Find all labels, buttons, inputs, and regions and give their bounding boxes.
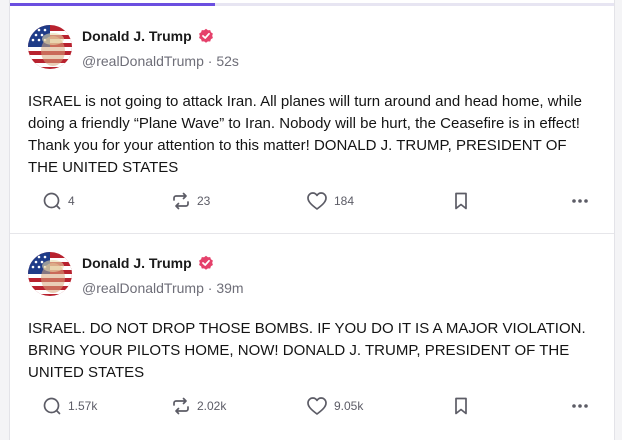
post-actions: 4 23 184	[28, 189, 598, 213]
post[interactable]: Donald J. Trump @realDonaldTrump · 52s I…	[10, 7, 614, 234]
reply-button[interactable]: 1.57k	[42, 394, 97, 418]
retruth-button[interactable]: 23	[171, 189, 210, 213]
more-button[interactable]	[570, 394, 590, 418]
author-name[interactable]: Donald J. Trump	[82, 28, 192, 44]
post-actions: 1.57k 2.02k 9.05k	[28, 394, 598, 418]
progress-bar	[10, 3, 614, 6]
bookmark-button[interactable]	[452, 394, 470, 418]
author-row: Donald J. Trump	[82, 255, 214, 271]
more-icon	[572, 404, 588, 408]
like-count: 9.05k	[334, 399, 364, 413]
post-text: ISRAEL is not going to attack Iran. All …	[28, 93, 582, 176]
post[interactable]: Donald J. Trump @realDonaldTrump · 39m I…	[10, 234, 614, 440]
separator: ·	[207, 280, 213, 296]
retruth-icon	[173, 397, 189, 415]
post-time[interactable]: 39m	[216, 280, 243, 296]
reply-count: 1.57k	[68, 399, 98, 413]
progress-bar-fill	[10, 3, 216, 6]
like-button[interactable]: 9.05k	[306, 394, 363, 418]
bookmark-button[interactable]	[452, 189, 470, 213]
reply-button[interactable]: 4	[42, 189, 75, 213]
verified-badge-icon	[198, 28, 214, 44]
more-icon	[572, 199, 588, 203]
author-handle[interactable]: @realDonaldTrump	[82, 53, 204, 69]
handle-row: @realDonaldTrump · 39m	[82, 280, 244, 296]
author-handle[interactable]: @realDonaldTrump	[82, 280, 204, 296]
retruth-icon	[173, 192, 189, 210]
author-name[interactable]: Donald J. Trump	[82, 255, 192, 271]
like-icon	[307, 192, 327, 210]
feed: Donald J. Trump @realDonaldTrump · 52s I…	[9, 0, 615, 440]
verified-badge-icon	[198, 255, 214, 271]
bookmark-icon	[455, 192, 467, 210]
separator: ·	[207, 53, 213, 69]
like-button[interactable]: 184	[306, 189, 354, 213]
author-row: Donald J. Trump	[82, 28, 214, 44]
retruth-count: 2.02k	[197, 399, 227, 413]
retruth-count: 23	[197, 194, 211, 208]
like-count: 184	[334, 194, 355, 208]
reply-count: 4	[68, 194, 75, 208]
like-icon	[307, 397, 327, 415]
avatar[interactable]	[28, 25, 72, 69]
retruth-button[interactable]: 2.02k	[171, 394, 226, 418]
more-button[interactable]	[570, 189, 590, 213]
avatar[interactable]	[28, 252, 72, 296]
post-text: ISRAEL. DO NOT DROP THOSE BOMBS. IF YOU …	[28, 320, 586, 381]
bookmark-icon	[455, 397, 467, 415]
post-time[interactable]: 52s	[216, 53, 239, 69]
handle-row: @realDonaldTrump · 52s	[82, 53, 239, 69]
reply-icon	[43, 192, 61, 210]
reply-icon	[43, 397, 61, 415]
